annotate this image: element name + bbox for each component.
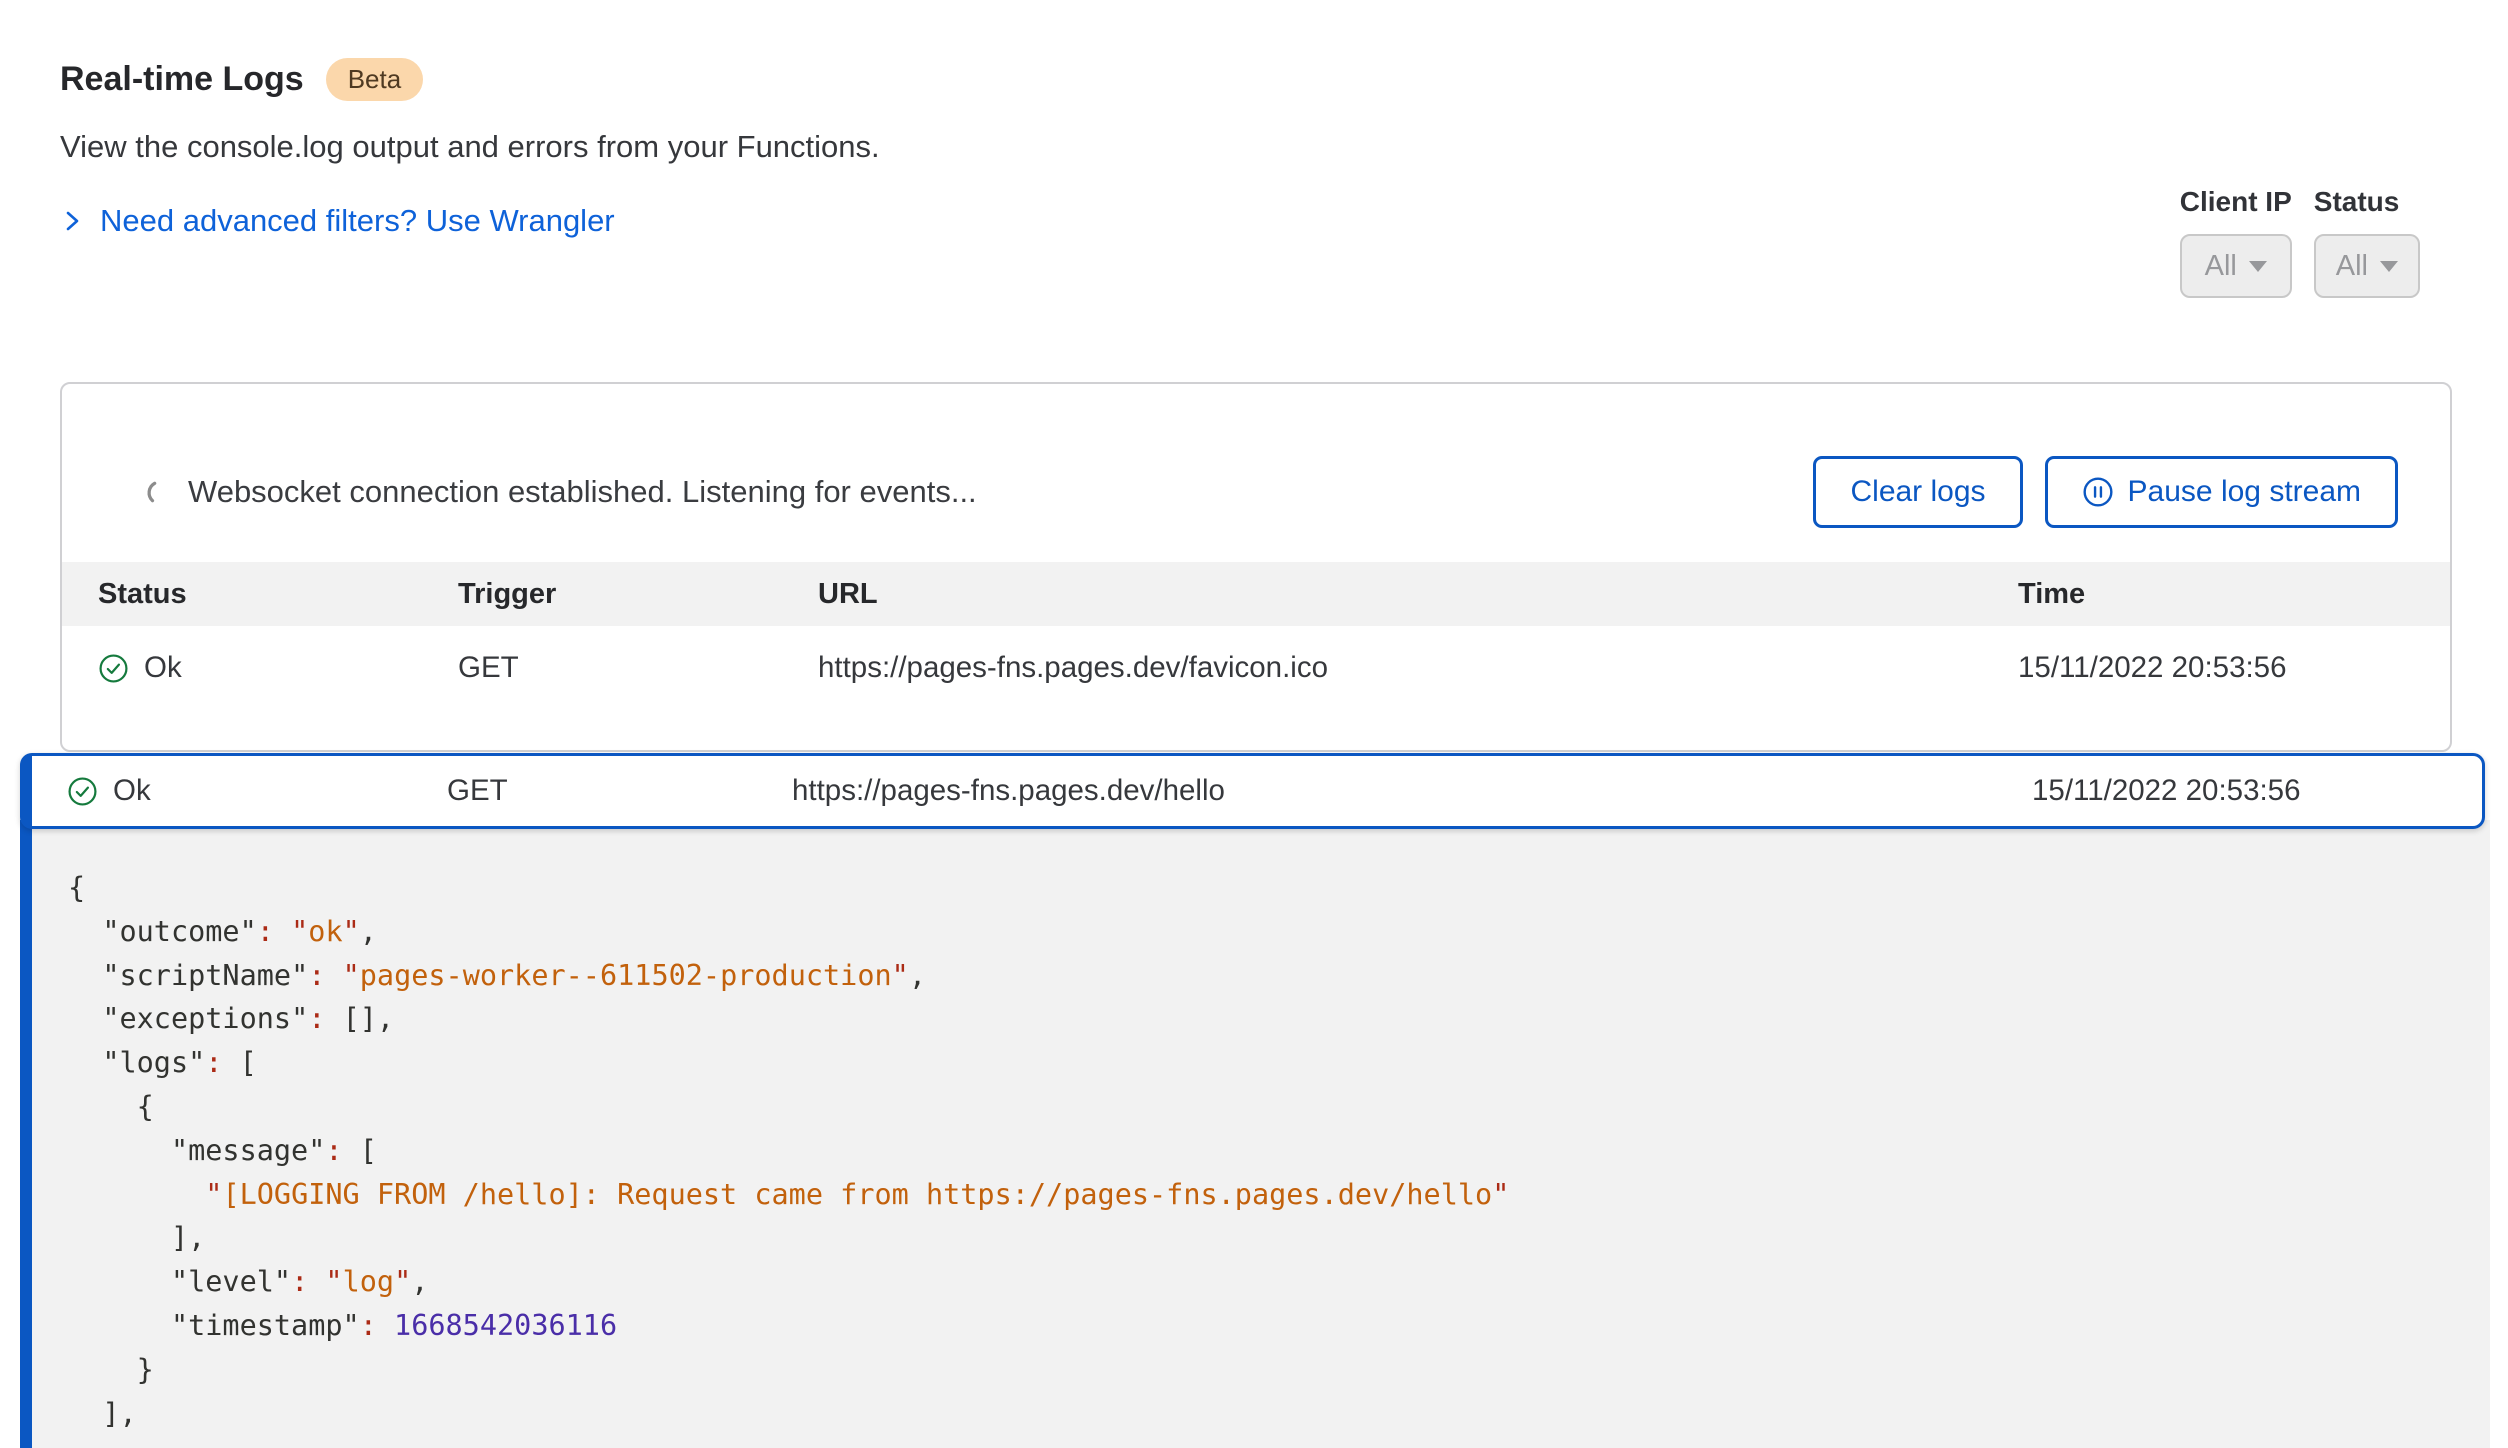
pause-log-stream-button[interactable]: Pause log stream xyxy=(2045,456,2398,528)
spinner-icon xyxy=(146,479,172,505)
expanded-log-entry: Ok GET https://pages-fns.pages.dev/hello… xyxy=(20,753,2490,1448)
logs-table-header: Status Trigger URL Time xyxy=(62,562,2450,626)
row-trigger: GET xyxy=(458,651,818,685)
beta-badge: Beta xyxy=(326,58,424,101)
client-ip-dropdown-value: All xyxy=(2205,250,2237,283)
logs-toolbar: Websocket connection established. Listen… xyxy=(62,384,2450,562)
status-filter-label: Status xyxy=(2314,186,2420,218)
table-row[interactable]: Ok GET https://pages-fns.pages.dev/favic… xyxy=(62,626,2450,710)
client-ip-filter-label: Client IP xyxy=(2180,186,2292,218)
selected-log-row[interactable]: Ok GET https://pages-fns.pages.dev/hello… xyxy=(20,753,2485,829)
log-detail-panel: { "outcome": "ok", "scriptName": "pages-… xyxy=(20,820,2490,1448)
chevron-down-icon xyxy=(2380,261,2398,272)
chevron-down-icon xyxy=(2249,261,2267,272)
page-subtitle: View the console.log output and errors f… xyxy=(60,129,2448,165)
client-ip-filter: Client IP All xyxy=(2180,186,2292,298)
chevron-right-icon xyxy=(60,209,84,233)
row-status: Ok xyxy=(113,774,151,808)
column-header-time: Time xyxy=(2018,578,2450,611)
page-header: Real-time Logs Beta View the console.log… xyxy=(0,0,2508,239)
column-header-status: Status xyxy=(98,578,458,611)
row-time: 15/11/2022 20:53:56 xyxy=(2018,651,2450,685)
column-header-trigger: Trigger xyxy=(458,578,818,611)
clear-logs-label: Clear logs xyxy=(1850,475,1985,509)
pause-icon xyxy=(2082,476,2114,508)
column-header-url: URL xyxy=(818,578,2018,611)
log-json: { "outcome": "ok", "scriptName": "pages-… xyxy=(68,866,2450,1435)
logs-card: Websocket connection established. Listen… xyxy=(60,382,2452,752)
websocket-status-text: Websocket connection established. Listen… xyxy=(188,474,977,510)
pause-log-stream-label: Pause log stream xyxy=(2128,475,2361,509)
wrangler-link-label: Need advanced filters? Use Wrangler xyxy=(100,203,615,239)
row-url: https://pages-fns.pages.dev/hello xyxy=(792,774,2032,808)
clear-logs-button[interactable]: Clear logs xyxy=(1813,456,2022,528)
row-time: 15/11/2022 20:53:56 xyxy=(2032,774,2482,808)
status-ok-icon xyxy=(98,653,129,684)
row-url: https://pages-fns.pages.dev/favicon.ico xyxy=(818,651,2018,685)
row-status: Ok xyxy=(144,651,182,685)
wrangler-link[interactable]: Need advanced filters? Use Wrangler xyxy=(60,203,615,239)
status-dropdown-value: All xyxy=(2336,250,2368,283)
status-filter: Status All xyxy=(2314,186,2420,298)
status-dropdown[interactable]: All xyxy=(2314,234,2420,298)
page-title: Real-time Logs xyxy=(60,60,304,99)
row-trigger: GET xyxy=(447,774,792,808)
client-ip-dropdown[interactable]: All xyxy=(2180,234,2292,298)
status-ok-icon xyxy=(67,776,98,807)
filters: Client IP All Status All xyxy=(2180,186,2420,298)
realtime-logs-page: Real-time Logs Beta View the console.log… xyxy=(0,0,2508,1434)
